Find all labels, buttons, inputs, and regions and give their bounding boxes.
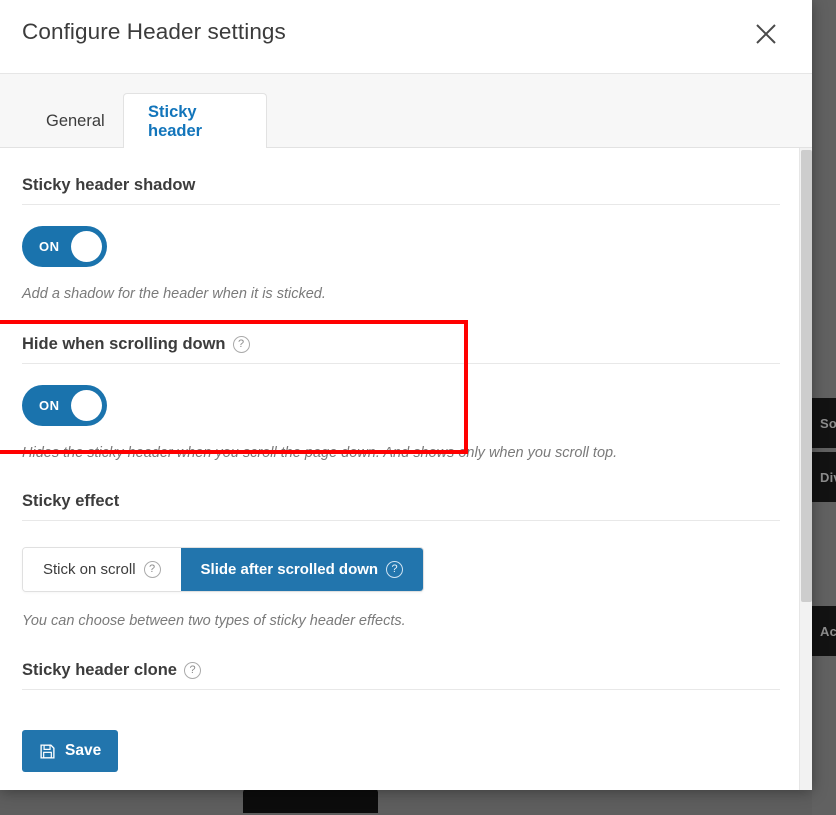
section-title: Hide when scrolling down ? — [22, 335, 780, 363]
question-mark-icon[interactable]: ? — [386, 561, 404, 578]
question-mark-icon[interactable]: ? — [232, 336, 250, 353]
tab-label: Sticky header — [148, 102, 203, 140]
section-title-label: Sticky effect — [22, 492, 120, 510]
background-widget-label: Soc — [820, 415, 836, 431]
sticky-effect-segmented-control: Stick on scroll ? Slide after scrolled d… — [22, 547, 425, 592]
floppy-disk-icon — [40, 743, 55, 759]
divider — [22, 689, 780, 690]
description-hide-when-scrolling-down: Hides the sticky header when you scroll … — [22, 445, 618, 461]
toggle-knob — [71, 231, 102, 262]
save-button-label: Save — [65, 742, 102, 759]
section-sticky-header-clone: Sticky header clone ? — [22, 661, 780, 690]
background-widget-social[interactable]: Soc — [812, 398, 836, 448]
section-sticky-header-shadow: Sticky header shadow — [22, 176, 780, 205]
toggle-state-label: ON — [39, 239, 60, 254]
toggle-knob — [71, 390, 102, 421]
segmented-control: Stick on scroll ? Slide after scrolled d… — [22, 547, 425, 592]
option-slide-after-scrolled-down[interactable]: Slide after scrolled down ? — [180, 548, 424, 591]
modal-body: Sticky header shadow ON Add a shadow for… — [0, 148, 812, 790]
scrollbar[interactable] — [799, 148, 812, 790]
option-stick-on-scroll[interactable]: Stick on scroll ? — [23, 548, 181, 591]
toggle-switch[interactable]: ON — [22, 226, 107, 267]
page-title: Configure Header settings — [22, 19, 286, 44]
tab-general[interactable]: General — [22, 93, 129, 149]
divider — [22, 363, 780, 364]
option-label: Slide after scrolled down — [200, 561, 379, 578]
tab-bar: General Sticky header — [0, 74, 812, 149]
question-mark-icon[interactable]: ? — [143, 561, 161, 578]
save-button[interactable]: Save — [22, 730, 119, 772]
toggle-hide-when-scrolling-down[interactable]: ON — [22, 385, 107, 426]
toggle-state-label: ON — [39, 398, 60, 413]
description-sticky-header-shadow: Add a shadow for the header when it is s… — [22, 286, 326, 302]
background-widget-divider[interactable]: Div — [812, 452, 836, 502]
background-widget-label: Div — [820, 469, 836, 485]
toggle-switch[interactable]: ON — [22, 385, 107, 426]
scrollbar-thumb[interactable] — [801, 150, 812, 602]
background-bottom-bar — [243, 787, 378, 813]
question-mark-icon[interactable]: ? — [184, 662, 201, 679]
section-title-label: Sticky header clone — [22, 661, 177, 679]
tab-sticky-header[interactable]: Sticky header — [123, 93, 267, 149]
section-title: Sticky header clone ? — [22, 661, 780, 689]
section-title: Sticky effect — [22, 492, 780, 520]
toggle-sticky-header-shadow[interactable]: ON — [22, 226, 107, 267]
tab-label: General — [46, 111, 105, 130]
section-title-label: Hide when scrolling down — [22, 335, 226, 353]
modal-header: Configure Header settings — [0, 0, 812, 74]
close-icon[interactable] — [746, 14, 786, 54]
configure-header-settings-modal: Configure Header settings General Sticky… — [0, 0, 812, 790]
background-widget-accordion[interactable]: Acc — [812, 606, 836, 656]
divider — [22, 520, 780, 521]
section-hide-when-scrolling-down: Hide when scrolling down ? — [22, 335, 780, 364]
option-label: Stick on scroll — [43, 561, 136, 578]
section-sticky-effect: Sticky effect — [22, 492, 780, 521]
section-title: Sticky header shadow — [22, 176, 780, 204]
background-widget-label: Acc — [820, 623, 836, 639]
divider — [22, 204, 780, 205]
description-sticky-effect: You can choose between two types of stic… — [22, 613, 406, 629]
section-title-label: Sticky header shadow — [22, 176, 196, 194]
